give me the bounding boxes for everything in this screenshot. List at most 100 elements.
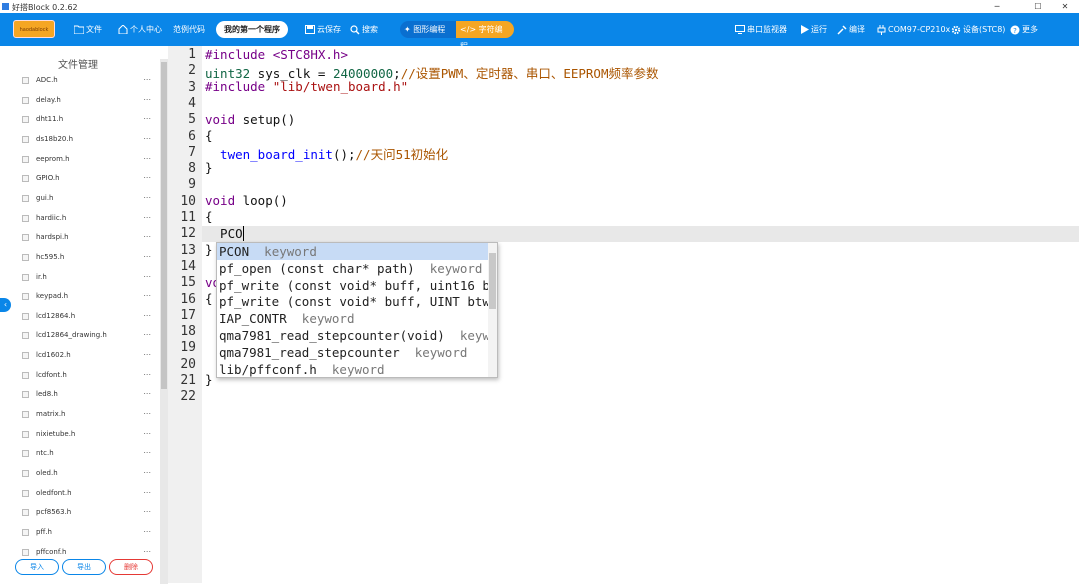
file-checkbox[interactable] bbox=[22, 528, 29, 536]
file-list-item[interactable]: delay.h... bbox=[22, 92, 157, 111]
file-more-button[interactable]: ... bbox=[143, 289, 151, 298]
autocomplete-item[interactable]: lib/pffconf.h keyword bbox=[217, 361, 489, 377]
autocomplete-popup[interactable]: PCON keyword pf_open (const char* path) k… bbox=[216, 242, 498, 378]
file-more-button[interactable]: ... bbox=[143, 407, 151, 416]
graphic-mode-tab[interactable]: ✦ 图形编程 bbox=[400, 21, 456, 38]
autocomplete-item[interactable]: IAP_CONTR keyword bbox=[217, 310, 489, 327]
file-more-button[interactable]: ... bbox=[143, 250, 151, 259]
file-checkbox[interactable] bbox=[22, 450, 29, 458]
file-list-item[interactable]: hardspi.h... bbox=[22, 229, 157, 248]
file-checkbox[interactable] bbox=[22, 391, 29, 399]
file-more-button[interactable]: ... bbox=[143, 230, 151, 239]
file-more-button[interactable]: ... bbox=[143, 466, 151, 475]
examples-button[interactable]: 范例代码 bbox=[173, 13, 205, 46]
file-more-button[interactable]: ... bbox=[143, 446, 151, 455]
file-checkbox[interactable] bbox=[22, 77, 29, 84]
file-list-item[interactable]: nixietube.h... bbox=[22, 426, 157, 445]
file-more-button[interactable]: ... bbox=[143, 486, 151, 495]
file-list-item[interactable]: matrix.h... bbox=[22, 406, 157, 425]
file-more-button[interactable]: ... bbox=[143, 328, 151, 337]
text-mode-tab[interactable]: </> 字符编程 bbox=[456, 21, 514, 51]
file-checkbox[interactable] bbox=[22, 253, 29, 261]
maximize-button[interactable]: ☐ bbox=[1024, 0, 1052, 13]
file-list-item[interactable]: dht11.h... bbox=[22, 111, 157, 130]
autocomplete-item[interactable]: pf_write (const void* buff, UINT btw bbox=[217, 293, 489, 310]
file-list-item[interactable]: lcd1602.h... bbox=[22, 347, 157, 366]
file-list-item[interactable]: lcdfont.h... bbox=[22, 367, 157, 386]
file-checkbox[interactable] bbox=[22, 509, 29, 517]
file-more-button[interactable]: ... bbox=[143, 112, 151, 121]
file-list-item[interactable]: ir.h... bbox=[22, 269, 157, 288]
file-more-button[interactable]: ... bbox=[143, 270, 151, 279]
file-checkbox[interactable] bbox=[22, 293, 29, 301]
file-menu-button[interactable]: 文件 bbox=[74, 13, 102, 46]
file-more-button[interactable]: ... bbox=[143, 152, 151, 161]
file-checkbox[interactable] bbox=[22, 430, 29, 438]
autocomplete-item[interactable]: pf_open (const char* path) keyword bbox=[217, 260, 489, 277]
autocomplete-item[interactable]: PCON keyword bbox=[217, 243, 489, 260]
search-button[interactable]: 搜索 bbox=[350, 13, 378, 46]
serial-monitor-button[interactable]: 串口监视器 bbox=[735, 13, 787, 46]
file-checkbox[interactable] bbox=[22, 371, 29, 379]
file-checkbox[interactable] bbox=[22, 135, 29, 143]
minimize-button[interactable]: ─ bbox=[983, 0, 1011, 13]
file-checkbox[interactable] bbox=[22, 352, 29, 360]
file-more-button[interactable]: ... bbox=[143, 545, 151, 554]
file-checkbox[interactable] bbox=[22, 116, 29, 124]
file-list-item[interactable]: pff.h... bbox=[22, 524, 157, 543]
file-list-item[interactable]: hardiic.h... bbox=[22, 210, 157, 229]
file-checkbox[interactable] bbox=[22, 194, 29, 202]
close-button[interactable]: ✕ bbox=[1051, 0, 1079, 13]
import-button[interactable]: 导入 bbox=[15, 559, 59, 575]
file-list-item[interactable]: gui.h... bbox=[22, 190, 157, 209]
cloud-save-button[interactable]: 云保存 bbox=[305, 13, 341, 46]
file-checkbox[interactable] bbox=[22, 489, 29, 497]
profile-button[interactable]: 个人中心 bbox=[118, 13, 162, 46]
file-more-button[interactable]: ... bbox=[143, 73, 151, 82]
file-checkbox[interactable] bbox=[22, 411, 29, 419]
file-list-item[interactable]: lcd12864_drawing.h... bbox=[22, 327, 157, 346]
file-more-button[interactable]: ... bbox=[143, 171, 151, 180]
file-list-item[interactable]: ADC.h... bbox=[22, 72, 157, 91]
file-checkbox[interactable] bbox=[22, 548, 29, 556]
file-list-item[interactable]: ntc.h... bbox=[22, 445, 157, 464]
file-list-item[interactable]: GPIO.h... bbox=[22, 170, 157, 189]
file-checkbox[interactable] bbox=[22, 155, 29, 163]
file-more-button[interactable]: ... bbox=[143, 368, 151, 377]
run-button[interactable]: 运行 bbox=[800, 13, 827, 46]
file-checkbox[interactable] bbox=[22, 312, 29, 320]
file-checkbox[interactable] bbox=[22, 214, 29, 222]
file-list-item[interactable]: hc595.h... bbox=[22, 249, 157, 268]
file-more-button[interactable]: ... bbox=[143, 427, 151, 436]
program-name-button[interactable]: 我的第一个程序 bbox=[216, 21, 288, 38]
file-list-item[interactable]: keypad.h... bbox=[22, 288, 157, 307]
file-list-item[interactable]: oled.h... bbox=[22, 465, 157, 484]
device-select[interactable]: 设备(STC8) bbox=[951, 13, 1005, 46]
file-checkbox[interactable] bbox=[22, 470, 29, 477]
file-list-item[interactable]: eeprom.h... bbox=[22, 151, 157, 170]
file-more-button[interactable]: ... bbox=[143, 93, 151, 102]
file-more-button[interactable]: ... bbox=[143, 211, 151, 220]
file-list-item[interactable]: led8.h... bbox=[22, 386, 157, 405]
autocomplete-scrollbar-thumb[interactable] bbox=[489, 253, 496, 309]
file-more-button[interactable]: ... bbox=[143, 191, 151, 200]
autocomplete-item[interactable]: qma7981_read_stepcounter(void) keywo bbox=[217, 327, 489, 344]
file-more-button[interactable]: ... bbox=[143, 525, 151, 534]
delete-button[interactable]: 删除 bbox=[109, 559, 153, 575]
file-checkbox[interactable] bbox=[22, 273, 29, 281]
file-more-button[interactable]: ... bbox=[143, 132, 151, 141]
file-list-item[interactable]: ds18b20.h... bbox=[22, 131, 157, 150]
file-more-button[interactable]: ... bbox=[143, 348, 151, 357]
compile-button[interactable]: 编译 bbox=[837, 13, 865, 46]
file-list-item[interactable]: oledfont.h... bbox=[22, 485, 157, 504]
file-list-item[interactable]: pcf8563.h... bbox=[22, 504, 157, 523]
file-more-button[interactable]: ... bbox=[143, 387, 151, 396]
file-more-button[interactable]: ... bbox=[143, 505, 151, 514]
port-select[interactable]: COM97-CP210x bbox=[877, 13, 950, 46]
file-list-item[interactable]: lcd12864.h... bbox=[22, 308, 157, 327]
export-button[interactable]: 导出 bbox=[62, 559, 106, 575]
file-checkbox[interactable] bbox=[22, 234, 29, 242]
autocomplete-item[interactable]: pf_write (const void* buff, uint16 b bbox=[217, 277, 489, 294]
file-checkbox[interactable] bbox=[22, 175, 29, 183]
sidebar-scrollbar-thumb[interactable] bbox=[161, 62, 167, 389]
